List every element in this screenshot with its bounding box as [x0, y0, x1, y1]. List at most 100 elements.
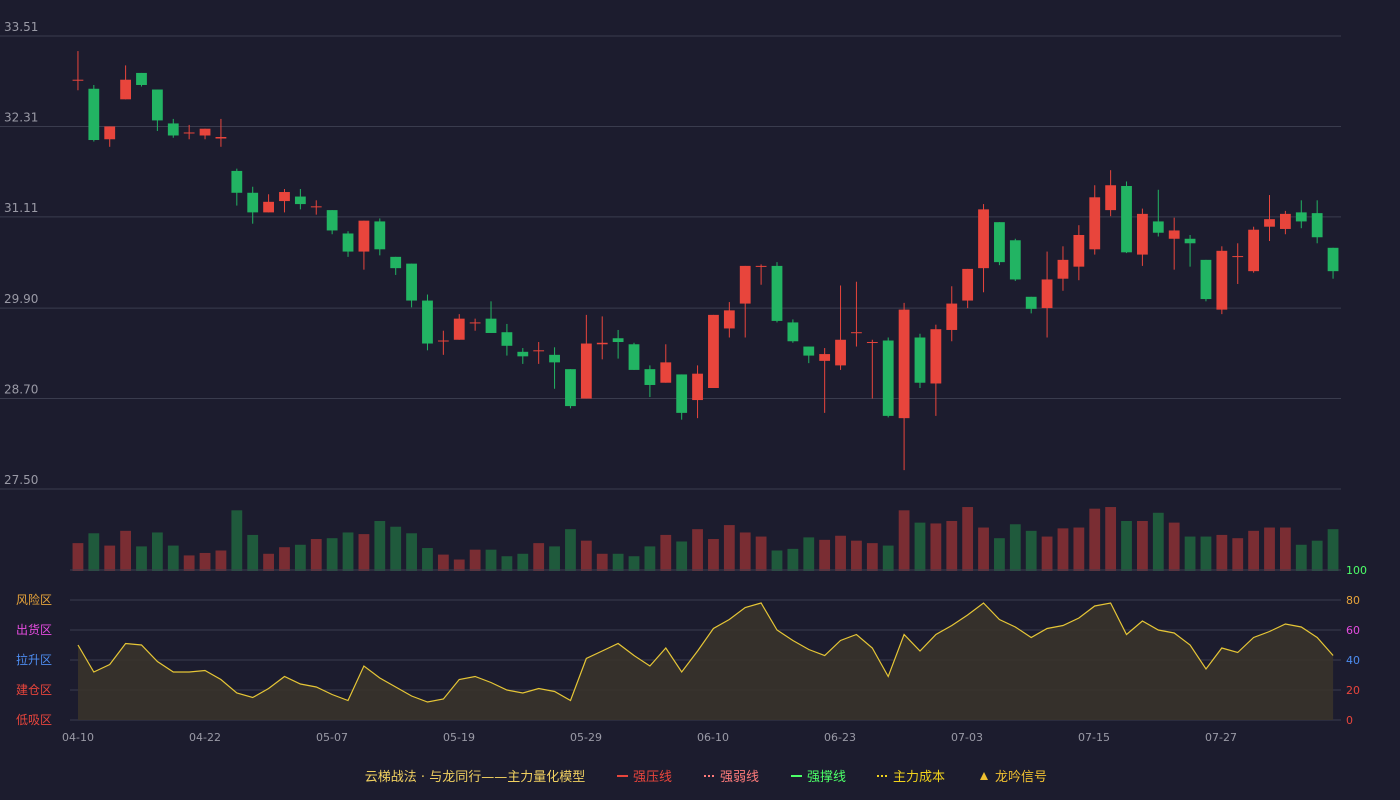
volume-bar: [803, 537, 815, 571]
volume-bar: [1152, 512, 1164, 571]
volume-bar: [660, 534, 672, 571]
candle-body: [565, 369, 576, 407]
candlestick: [88, 84, 100, 142]
candle-body: [1105, 185, 1117, 211]
x-tick-label: 07-03: [951, 731, 983, 744]
candlestick: [136, 72, 147, 87]
candle-body: [1232, 256, 1244, 258]
candle-body: [1057, 259, 1069, 279]
candle-body: [88, 88, 100, 141]
candle-body: [263, 201, 274, 213]
volume-bar: [819, 539, 831, 571]
candle-body: [739, 265, 751, 304]
osc-tick-label: 0: [1346, 714, 1353, 727]
volume-bar: [374, 520, 386, 571]
candle-body: [676, 374, 688, 413]
legend-label: 主力成本: [893, 770, 945, 785]
volume-bar: [215, 550, 227, 571]
osc-tick-label: 100: [1346, 564, 1367, 577]
x-tick-label: 04-10: [62, 731, 94, 744]
candle-body: [231, 170, 243, 193]
volume-bar: [517, 553, 529, 571]
candle-body: [183, 132, 195, 134]
volume-bar: [866, 543, 878, 571]
volume-bar: [390, 526, 402, 571]
volume-bar: [1041, 536, 1053, 571]
candle-body: [294, 196, 306, 205]
zone-label: 出货区: [16, 622, 52, 637]
candle-body: [1041, 279, 1053, 309]
volume-bar: [310, 539, 322, 571]
x-tick-label: 05-07: [316, 731, 348, 744]
candle-body: [533, 350, 545, 352]
candle-body: [72, 79, 84, 81]
volume-bar: [247, 534, 259, 571]
candle-body: [819, 354, 831, 361]
candle-body: [167, 123, 179, 136]
candle-body: [215, 137, 227, 139]
osc-tick-label: 40: [1346, 654, 1360, 667]
candle-body: [692, 373, 703, 401]
volume-bar: [835, 535, 846, 571]
volume-bar: [294, 544, 306, 571]
x-tick-label: 04-22: [189, 731, 221, 744]
candle-body: [279, 192, 290, 202]
stock-chart: 33.51 32.31 31.11 29.90 28.70 27.50 100 80 60 40…: [0, 0, 1400, 800]
x-tick-label: 05-19: [443, 731, 475, 744]
volume-bar: [1216, 534, 1228, 571]
candle-body: [485, 318, 497, 333]
volume-bar: [358, 534, 370, 571]
candle-body: [104, 126, 116, 140]
volume-bar: [692, 529, 703, 571]
candlestick: [771, 262, 783, 323]
volume-bar: [1025, 530, 1037, 571]
volume-bar: [930, 523, 942, 571]
volume-bar: [962, 507, 974, 571]
candle-body: [755, 265, 767, 267]
candle-body: [1184, 238, 1196, 244]
volume-bar: [628, 556, 640, 571]
candle-body: [310, 206, 322, 208]
volume-bar: [755, 536, 767, 571]
volume-bar: [406, 533, 417, 571]
volume-bar: [231, 510, 243, 571]
candle-body: [787, 322, 799, 342]
candle-body: [612, 338, 624, 343]
candle-body: [723, 310, 735, 329]
legend-label: 强撑线: [807, 770, 846, 785]
volume-bar: [120, 530, 132, 571]
candle-body: [453, 318, 465, 340]
candle-body: [437, 340, 449, 342]
volume-bar: [676, 541, 688, 571]
candle-body: [1073, 234, 1085, 267]
candlestick: [628, 342, 640, 370]
volume-bar: [1009, 524, 1021, 571]
x-tick-label: 07-27: [1205, 731, 1237, 744]
candlestick: [1248, 226, 1260, 273]
osc-tick-label: 60: [1346, 624, 1360, 637]
volume-bar: [485, 549, 497, 571]
volume-bar: [1327, 529, 1339, 571]
candle-body: [1327, 247, 1339, 272]
volume-bar: [453, 559, 465, 571]
volume-bar: [978, 527, 989, 571]
volume-bar: [136, 546, 147, 571]
osc-tick-label: 20: [1346, 684, 1360, 697]
zone-label: 建仓区: [16, 683, 52, 697]
price-tick-label: 27.50: [4, 473, 38, 487]
candle-body: [501, 332, 513, 346]
volume-bar: [1184, 536, 1196, 571]
zone-label: 拉升区: [16, 652, 52, 667]
volume-bar: [167, 545, 179, 571]
candle-body: [994, 222, 1005, 263]
candlestick: [565, 369, 576, 409]
volume-bar: [1168, 522, 1180, 571]
volume-bar: [501, 556, 513, 571]
volume-bar: [565, 529, 576, 571]
candle-body: [1009, 240, 1021, 280]
volume-bar: [898, 510, 910, 571]
volume-bar: [1295, 544, 1307, 571]
candle-body: [199, 128, 211, 136]
volume-bar: [1248, 530, 1260, 571]
candle-body: [1121, 185, 1132, 253]
